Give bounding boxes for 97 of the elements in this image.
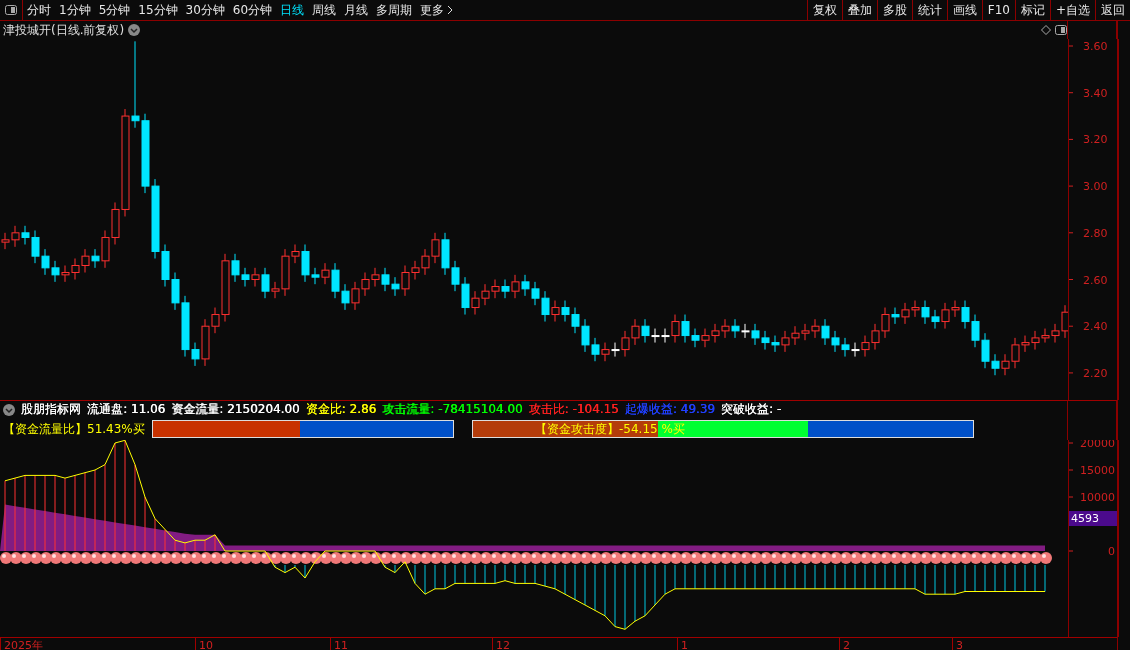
candle	[1001, 353, 1010, 376]
candle	[771, 335, 780, 353]
price-label: 3.20	[1083, 133, 1108, 147]
candle	[61, 265, 70, 283]
indicator-value: 股朋指标网	[21, 401, 81, 418]
period-tab[interactable]: 多周期	[372, 0, 417, 20]
candle	[761, 330, 770, 351]
candle	[711, 323, 720, 344]
candle	[871, 323, 880, 351]
date-label: 2	[839, 638, 850, 650]
candle	[501, 279, 510, 299]
candle	[801, 323, 810, 341]
axis-column	[1067, 418, 1117, 440]
candle	[371, 267, 380, 287]
period-tab[interactable]: 分时	[23, 0, 55, 20]
panel-icon[interactable]	[5, 5, 17, 15]
price-label: 2.20	[1083, 366, 1108, 380]
candle	[81, 248, 90, 273]
candle	[901, 302, 910, 325]
price-label: 2.60	[1083, 273, 1108, 287]
price-label: 3.00	[1083, 180, 1108, 194]
candle	[841, 337, 850, 358]
candle	[381, 267, 390, 292]
candle	[361, 272, 370, 297]
date-label: 10	[195, 638, 213, 650]
candle	[341, 283, 350, 311]
candle	[351, 281, 360, 311]
dropdown-icon[interactable]	[128, 24, 141, 36]
axis-label: 0	[1108, 545, 1115, 558]
date-label: 11	[330, 638, 348, 650]
candle	[1031, 330, 1040, 351]
period-tab[interactable]: 周线	[308, 0, 341, 20]
candle	[521, 274, 530, 297]
candle	[511, 274, 520, 299]
candle	[11, 225, 20, 248]
candle	[591, 337, 600, 362]
candle	[821, 318, 830, 346]
axis-label: 10000	[1080, 491, 1115, 504]
date-label: 3	[952, 638, 963, 650]
candle	[451, 260, 460, 292]
candle	[561, 300, 570, 323]
candle	[1041, 328, 1050, 344]
candle	[531, 281, 540, 306]
indicator-value: 资金流量: 2150204.00	[171, 401, 300, 418]
candle	[441, 232, 450, 276]
period-tab[interactable]: 更多	[416, 0, 458, 20]
diamond-icon[interactable]	[1041, 25, 1051, 35]
candle	[71, 258, 80, 280]
candle	[721, 318, 730, 339]
price-label: 3.60	[1083, 40, 1108, 53]
period-tab[interactable]: 30分钟	[181, 0, 229, 20]
indicator-value: 流通盘: 11.06	[87, 401, 166, 418]
indicator-value: 突破收益: -	[720, 401, 782, 418]
flow-ratio-label: 【资金流量比】51.43%买	[3, 420, 146, 438]
candle	[421, 248, 430, 276]
candle	[51, 260, 60, 283]
dropdown-icon[interactable]	[3, 403, 15, 416]
candle	[431, 232, 440, 264]
candle	[921, 300, 930, 325]
candle	[581, 318, 590, 353]
value-badge: 4593	[1069, 511, 1117, 526]
candle	[491, 279, 500, 299]
candle	[781, 330, 790, 353]
candle	[971, 314, 980, 348]
candle	[481, 283, 490, 306]
price-label: 2.80	[1083, 226, 1108, 240]
candle	[571, 307, 580, 334]
indicator-value: 攻击流量: -78415104.00	[382, 401, 523, 418]
indicator-value: 资金比: 2.86	[305, 401, 377, 418]
period-tab[interactable]: 日线	[276, 0, 309, 20]
candle	[931, 309, 940, 330]
date-label: 1	[677, 638, 688, 650]
candle	[911, 300, 920, 318]
period-tab[interactable]: 5分钟	[94, 0, 135, 20]
candle	[731, 318, 740, 339]
period-tab[interactable]: 月线	[340, 0, 373, 20]
candle	[601, 342, 610, 362]
candle	[791, 325, 800, 346]
price-label: 3.40	[1083, 86, 1108, 100]
price-label: 2.40	[1083, 320, 1108, 334]
period-tab[interactable]: 60分钟	[228, 0, 277, 20]
axis-label: 15000	[1080, 464, 1115, 477]
chevron-right-icon	[447, 5, 454, 15]
candle	[41, 248, 50, 276]
candle	[701, 328, 710, 348]
date-label: 2025年	[0, 638, 43, 650]
date-label: 12	[492, 638, 510, 650]
chart-title: 津投城开(日线.前复权)	[3, 21, 125, 39]
panel-icon[interactable]	[1055, 25, 1067, 35]
indicator-value: 起爆收益: 49.39	[624, 401, 715, 418]
indicator-value: 攻击比: -104.15	[528, 401, 619, 418]
candle	[811, 318, 820, 339]
candle	[631, 318, 640, 346]
attack-label: 【资金攻击度】-54.15 %买	[535, 421, 685, 437]
candle	[831, 330, 840, 353]
period-tab[interactable]: 1分钟	[55, 0, 95, 20]
period-tab[interactable]: 15分钟	[134, 0, 182, 20]
